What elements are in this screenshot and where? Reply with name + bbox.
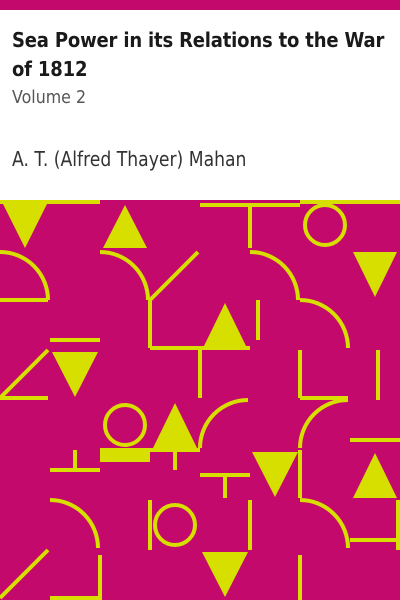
volume-label: Volume 2 <box>12 87 87 108</box>
block-shape <box>100 450 150 462</box>
book-title: Sea Power in its Relations to the War of… <box>12 28 385 81</box>
top-accent-bar <box>0 0 400 10</box>
author-name: A. T. (Alfred Thayer) Mahan <box>12 147 247 171</box>
cover-pattern <box>0 200 400 600</box>
